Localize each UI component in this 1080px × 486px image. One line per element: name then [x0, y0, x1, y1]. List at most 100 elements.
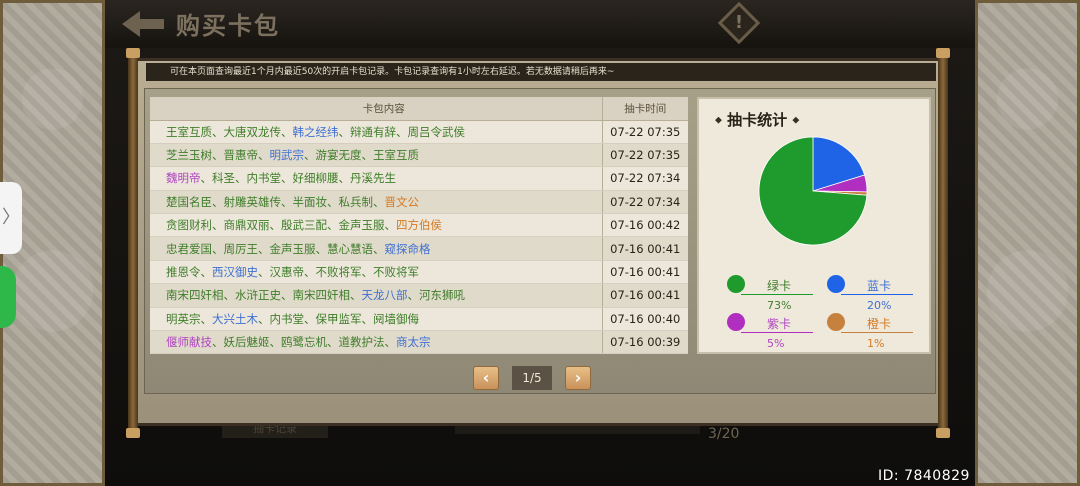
card-name: 游宴无度: [315, 148, 362, 163]
card-name: 殷武三配: [281, 218, 327, 233]
card-name: 保甲监军: [315, 311, 362, 326]
table-row: 南宋四奸相、水浒正史、南宋四奸相、天龙八部、河东狮吼 07-16 00:41: [150, 283, 688, 308]
row-cards: 王室互质、大唐双龙传、韩之经纬、辩通有辞、周吕令武侯: [150, 120, 602, 144]
row-time: 07-22 07:35: [601, 120, 688, 144]
pie-chart: [758, 136, 868, 246]
card-name: 南宋四奸相: [292, 288, 351, 303]
card-name: 汉惠帝: [269, 265, 305, 280]
legend-label: 绿卡: [767, 279, 792, 293]
page-title: 购买卡包: [176, 12, 280, 40]
notice-text: 可在本页面查询最近1个月内最近50次的开启卡包记录。卡包记录查询有1小时左右延迟…: [146, 63, 936, 81]
card-name: 周吕令武侯: [407, 124, 466, 139]
prev-page-button[interactable]: ‹: [473, 366, 499, 390]
green-float-chip[interactable]: [0, 266, 16, 328]
card-name: 周厉王: [223, 241, 259, 256]
card-name: 私兵制: [338, 194, 374, 209]
card-name: 慧心慧语: [327, 241, 373, 256]
card-name: 魏明帝: [166, 171, 201, 186]
legend-orange: 橙卡 1%: [827, 313, 923, 353]
card-name: 不败将军: [315, 265, 362, 280]
card-name: 忠君爱国: [166, 241, 212, 256]
card-name: 射雕英雄传: [223, 194, 282, 209]
table-row: 楚国名臣、射雕英雄传、半面妆、私兵制、晋文公 07-22 07:34: [150, 190, 688, 215]
card-name: 不败将军: [373, 265, 419, 280]
card-name: 丹溪先生: [350, 171, 396, 186]
row-cards: 偃师献技、妖后魅姬、鸥鹭忘机、道教护法、商太宗: [150, 330, 602, 355]
row-cards: 芝兰玉树、晋惠帝、明武宗、游宴无度、王室互质: [150, 143, 602, 168]
legend-dot: [827, 313, 845, 331]
card-name: 芝兰玉树: [166, 148, 212, 163]
diamond-icon: ◆: [715, 115, 722, 126]
card-name: 阋墙御侮: [373, 311, 419, 326]
table-header: 卡包内容 抽卡时间: [150, 97, 688, 121]
card-name: 推恩令: [166, 265, 201, 280]
legend-percent: 1%: [867, 337, 885, 350]
card-name: 辩通有辞: [350, 124, 396, 139]
card-name: 晋惠帝: [223, 148, 259, 163]
legend-dot: [727, 313, 745, 331]
row-time: 07-22 07:35: [601, 143, 688, 168]
rod-cap: [936, 48, 950, 58]
row-time: 07-22 07:34: [601, 166, 688, 191]
card-name: 半面妆: [292, 194, 328, 209]
card-name: 窥探命格: [384, 241, 431, 256]
stats-title-text: 抽卡统计: [727, 111, 788, 129]
legend-line: [841, 294, 913, 295]
rod-cap: [126, 48, 140, 58]
legend-percent: 20%: [867, 299, 892, 312]
row-cards: 魏明帝、科圣、内书堂、好细柳腰、丹溪先生: [150, 166, 602, 191]
legend-blue: 蓝卡 20%: [827, 275, 923, 315]
card-name: 鸥鹭忘机: [281, 335, 327, 350]
card-name: 西汉御史: [212, 265, 258, 280]
legend-dot: [727, 275, 745, 293]
row-time: 07-22 07:34: [601, 190, 688, 215]
table-row: 忠君爱国、周厉王、金声玉服、慧心慧语、窥探命格 07-16 00:41: [150, 236, 688, 261]
row-time: 07-16 00:39: [601, 330, 688, 355]
stats-panel: ◆ 抽卡统计 ◆ 绿卡 73% 蓝卡 20% 紫卡 5% 橙卡 1%: [697, 97, 931, 354]
card-name: 晋文公: [384, 194, 420, 209]
row-cards: 明英宗、大兴土木、内书堂、保甲监军、阋墙御侮: [150, 307, 602, 332]
card-name: 明英宗: [166, 311, 201, 326]
card-name: 韩之经纬: [292, 124, 339, 139]
scroll-rod-left: [128, 52, 138, 432]
legend-label: 紫卡: [767, 317, 792, 331]
record-table: 卡包内容 抽卡时间 王室互质、大唐双龙传、韩之经纬、辩通有辞、周吕令武侯 07-2…: [150, 97, 688, 355]
right-ornament-panel: [975, 0, 1080, 486]
card-name: 偃师献技: [166, 335, 212, 350]
legend-percent: 73%: [767, 299, 792, 312]
row-time: 07-16 00:42: [601, 213, 688, 238]
card-name: 天龙八部: [361, 288, 408, 303]
row-cards: 南宋四奸相、水浒正史、南宋四奸相、天龙八部、河东狮吼: [150, 283, 602, 308]
card-name: 科圣: [212, 171, 235, 186]
rod-cap: [126, 428, 140, 438]
card-name: 金声玉服: [269, 241, 316, 256]
card-name: 内书堂: [246, 171, 282, 186]
player-id: ID: 7840829: [878, 468, 970, 484]
row-time: 07-16 00:41: [601, 236, 688, 261]
card-name: 贪图财利: [166, 218, 212, 233]
stats-title: ◆ 抽卡统计 ◆: [715, 109, 799, 130]
table-row: 贪图财利、商鼎双丽、殷武三配、金声玉服、四方伯侯 07-16 00:42: [150, 213, 688, 238]
card-name: 商太宗: [396, 335, 431, 350]
card-name: 河东狮吼: [419, 288, 465, 303]
row-cards: 忠君爱国、周厉王、金声玉服、慧心慧语、窥探命格: [150, 236, 602, 261]
card-name: 楚国名臣: [166, 194, 212, 209]
diamond-icon: ◆: [792, 115, 800, 126]
card-name: 内书堂: [269, 311, 305, 326]
row-time: 07-16 00:40: [601, 307, 688, 332]
row-time: 07-16 00:41: [601, 283, 688, 308]
card-name: 好细柳腰: [292, 171, 339, 186]
next-page-button[interactable]: ›: [565, 366, 591, 390]
row-time: 07-16 00:41: [601, 260, 688, 285]
card-name: 商鼎双丽: [223, 218, 270, 233]
drawer-tab[interactable]: 〉: [0, 182, 22, 254]
legend-green: 绿卡 73%: [727, 275, 823, 315]
legend-percent: 5%: [767, 337, 785, 350]
card-name: 水浒正史: [235, 288, 281, 303]
legend-line: [741, 294, 813, 295]
row-cards: 贪图财利、商鼎双丽、殷武三配、金声玉服、四方伯侯: [150, 213, 602, 238]
card-name: 明武宗: [269, 148, 305, 163]
table-row: 推恩令、西汉御史、汉惠帝、不败将军、不败将军 07-16 00:41: [150, 260, 688, 285]
legend-label: 橙卡: [867, 317, 892, 331]
back-arrow-icon[interactable]: [120, 8, 166, 40]
